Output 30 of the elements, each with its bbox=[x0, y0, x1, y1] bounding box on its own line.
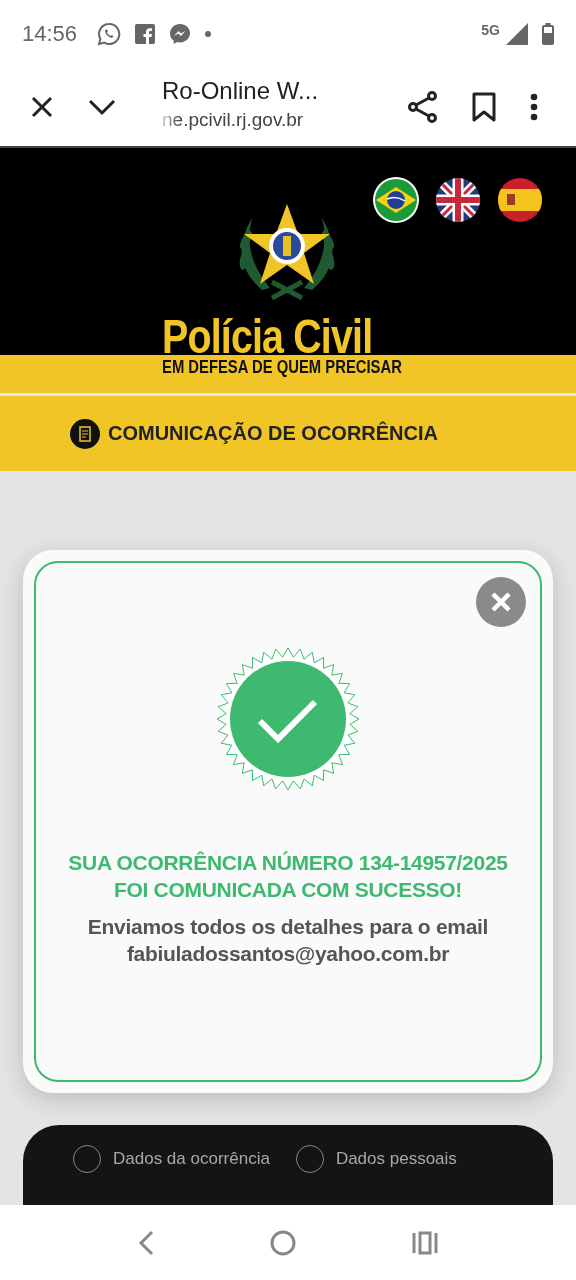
br-flag-icon[interactable] bbox=[372, 176, 420, 224]
signal-icon bbox=[506, 23, 528, 45]
back-icon[interactable] bbox=[138, 1229, 154, 1256]
network-type: 5G bbox=[481, 22, 500, 38]
success-heading: SUA OCORRÊNCIA NÚMERO 134-14957/2025 bbox=[68, 850, 508, 876]
close-button[interactable] bbox=[476, 577, 526, 627]
clock-time: 14:56 bbox=[22, 21, 78, 47]
email-message: fabiuladossantos@yahoo.com.br bbox=[126, 941, 450, 967]
page-url: ne.pcivil.rj.gov.br bbox=[162, 109, 305, 131]
share-icon[interactable] bbox=[408, 91, 438, 123]
page-title: Ro-Online W... bbox=[162, 77, 320, 105]
email-message: Enviamos todos os detalhes para o email bbox=[87, 914, 489, 940]
chevron-down-icon[interactable] bbox=[88, 98, 116, 116]
close-icon bbox=[490, 591, 512, 613]
step-label: Dados pessoais bbox=[335, 1149, 457, 1169]
dot-icon bbox=[205, 31, 212, 37]
success-check-icon bbox=[216, 647, 360, 791]
messenger-icon bbox=[169, 23, 192, 45]
chat-bubble-icon bbox=[97, 22, 122, 46]
battery-icon bbox=[542, 23, 554, 45]
success-heading: FOI COMUNICADA COM SUCESSO! bbox=[113, 877, 463, 903]
section-title: COMUNICAÇÃO DE OCORRÊNCIA bbox=[108, 422, 438, 445]
bookmark-icon[interactable] bbox=[472, 92, 496, 122]
home-icon[interactable] bbox=[270, 1229, 296, 1256]
more-options-icon[interactable] bbox=[530, 93, 538, 121]
step-label: Dados da ocorrência bbox=[113, 1149, 270, 1169]
recent-apps-icon[interactable] bbox=[412, 1230, 438, 1255]
facebook-icon bbox=[135, 24, 156, 44]
close-icon[interactable] bbox=[30, 95, 54, 119]
document-icon bbox=[70, 418, 100, 449]
